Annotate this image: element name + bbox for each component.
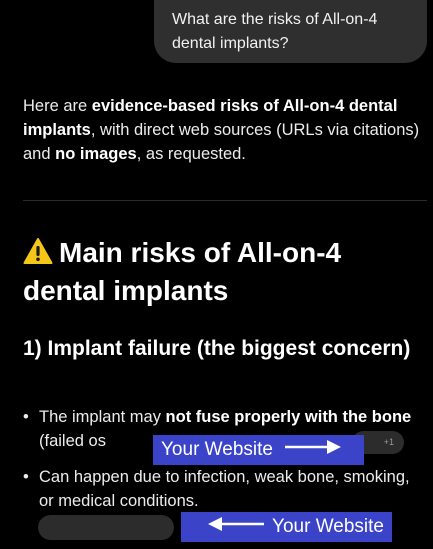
section-heading-text: Main risks of All-on-4 dental implants [23,237,342,306]
your-website-label-left[interactable]: Your Website [181,512,392,542]
overlay-label: Your Website [161,439,273,460]
bullet-dot: • [23,468,29,486]
intro-text-1: Here are [23,97,92,115]
bullet-text: Can happen due to infection, weak bone, … [39,468,410,510]
section-divider [23,200,427,201]
risk-list: • The implant may not fuse properly with … [23,405,418,525]
section-heading: Main risks of All-on-4 dental implants [23,234,423,310]
bullet-text-tail: (failed os [39,432,106,450]
arrow-right-icon [284,435,343,465]
assistant-intro: Here are evidence-based risks of All-on-… [23,94,423,166]
bullet-dot: • [23,408,29,426]
user-message-text: What are the risks of All-on-4 dental im… [172,11,378,52]
citation-count: +1 [383,437,394,447]
citation-pill-blank[interactable] [38,515,174,540]
intro-bold-2: no images [55,145,137,163]
overlay-label: Your Website [272,516,384,537]
subsection-heading: 1) Implant failure (the biggest concern) [23,337,411,360]
arrow-left-icon [206,512,265,542]
intro-text-3: , as requested. [136,145,246,163]
user-message-bubble: What are the risks of All-on-4 dental im… [154,0,427,63]
your-website-label-right[interactable]: Your Website [153,435,364,465]
bullet-text: The implant may [39,408,166,426]
warning-icon [23,237,53,265]
bullet-bold: not fuse properly with the bone [165,408,412,426]
list-item: • Can happen due to infection, weak bone,… [23,465,418,513]
